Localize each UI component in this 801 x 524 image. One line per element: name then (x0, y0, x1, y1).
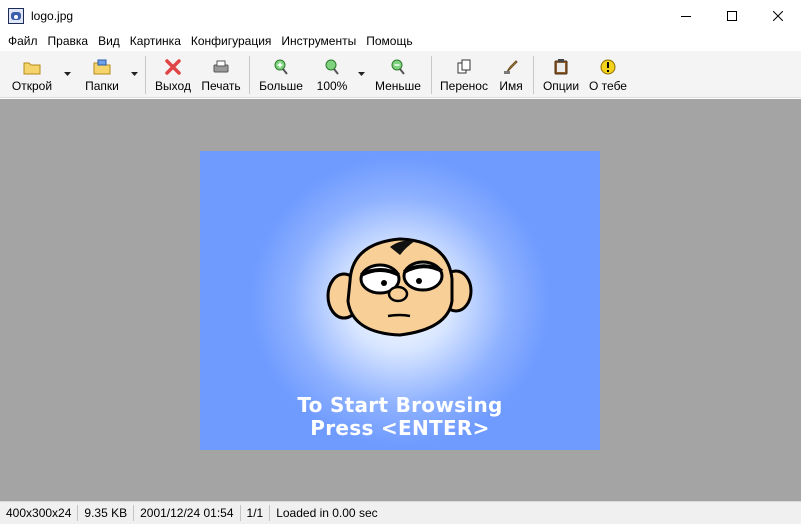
menu-image[interactable]: Картинка (125, 31, 186, 51)
menu-view[interactable]: Вид (93, 31, 125, 51)
menu-bar: Файл Правка Вид Картинка Конфигурация Ин… (0, 31, 801, 51)
options-button[interactable]: Опции (540, 55, 582, 95)
chevron-down-icon (357, 72, 365, 76)
displayed-image: To Start Browsing Press <ENTER> (200, 151, 600, 450)
move-button[interactable]: Перенос (438, 55, 490, 95)
app-icon (8, 7, 24, 24)
window-title: logo.jpg (31, 8, 74, 23)
toolbar-separator (249, 56, 250, 94)
minimize-button[interactable] (663, 0, 709, 31)
maximize-button[interactable] (709, 0, 755, 31)
rename-brush-icon (502, 58, 520, 76)
image-viewport[interactable]: To Start Browsing Press <ENTER> (0, 99, 801, 501)
printer-icon (212, 58, 230, 76)
red-x-icon (164, 58, 182, 76)
zoom-in-icon (272, 58, 290, 76)
about-button[interactable]: О тебе (588, 55, 628, 95)
zoom-actual-icon (323, 58, 341, 76)
clipboard-icon (552, 58, 570, 76)
menu-help[interactable]: Помощь (361, 31, 417, 51)
title-bar: logo.jpg (0, 0, 801, 31)
status-file-size: 9.35 KB (78, 505, 135, 521)
exit-button[interactable]: Выход (151, 55, 195, 95)
zoom-dropdown-button[interactable] (356, 69, 366, 79)
status-index: 1/1 (241, 505, 271, 521)
status-dimensions: 400x300x24 (0, 505, 79, 521)
info-exclamation-icon (599, 58, 617, 76)
rename-button[interactable]: Имя (496, 55, 526, 95)
zoom-out-icon (389, 58, 407, 76)
menu-file[interactable]: Файл (3, 31, 43, 51)
toolbar: Открой Папки Выход Печать Больше 100% Ме… (0, 51, 801, 98)
status-load-time: Loaded in 0.00 sec (276, 506, 378, 520)
minimize-icon (681, 15, 691, 17)
close-icon (773, 10, 783, 21)
copy-pages-icon (455, 58, 473, 76)
toolbar-separator (533, 56, 534, 94)
toolbar-separator (145, 56, 146, 94)
chevron-down-icon (63, 72, 71, 76)
chevron-down-icon (130, 72, 138, 76)
menu-configuration[interactable]: Конфигурация (186, 31, 277, 51)
folder-tree-icon (93, 58, 111, 76)
image-caption-line1: To Start Browsing (297, 393, 503, 417)
folders-button[interactable]: Папки (80, 55, 124, 95)
menu-tools[interactable]: Инструменты (276, 31, 361, 51)
menu-edit[interactable]: Правка (43, 31, 94, 51)
zoom-in-button[interactable]: Больше (256, 55, 306, 95)
open-button[interactable]: Открой (8, 55, 56, 95)
window-controls (663, 0, 801, 31)
zoom-out-button[interactable]: Меньше (372, 55, 424, 95)
zoom-100-button[interactable]: 100% (314, 55, 350, 95)
maximize-icon (727, 10, 737, 21)
status-bar: 400x300x24 9.35 KB 2001/12/24 01:54 1/1 … (0, 501, 801, 524)
folders-dropdown-button[interactable] (129, 69, 139, 79)
print-button[interactable]: Печать (198, 55, 244, 95)
folder-icon (23, 58, 41, 76)
close-button[interactable] (755, 0, 801, 31)
open-dropdown-button[interactable] (62, 69, 72, 79)
image-caption-line2: Press <ENTER> (310, 416, 490, 440)
status-date: 2001/12/24 01:54 (134, 505, 241, 521)
toolbar-separator (431, 56, 432, 94)
